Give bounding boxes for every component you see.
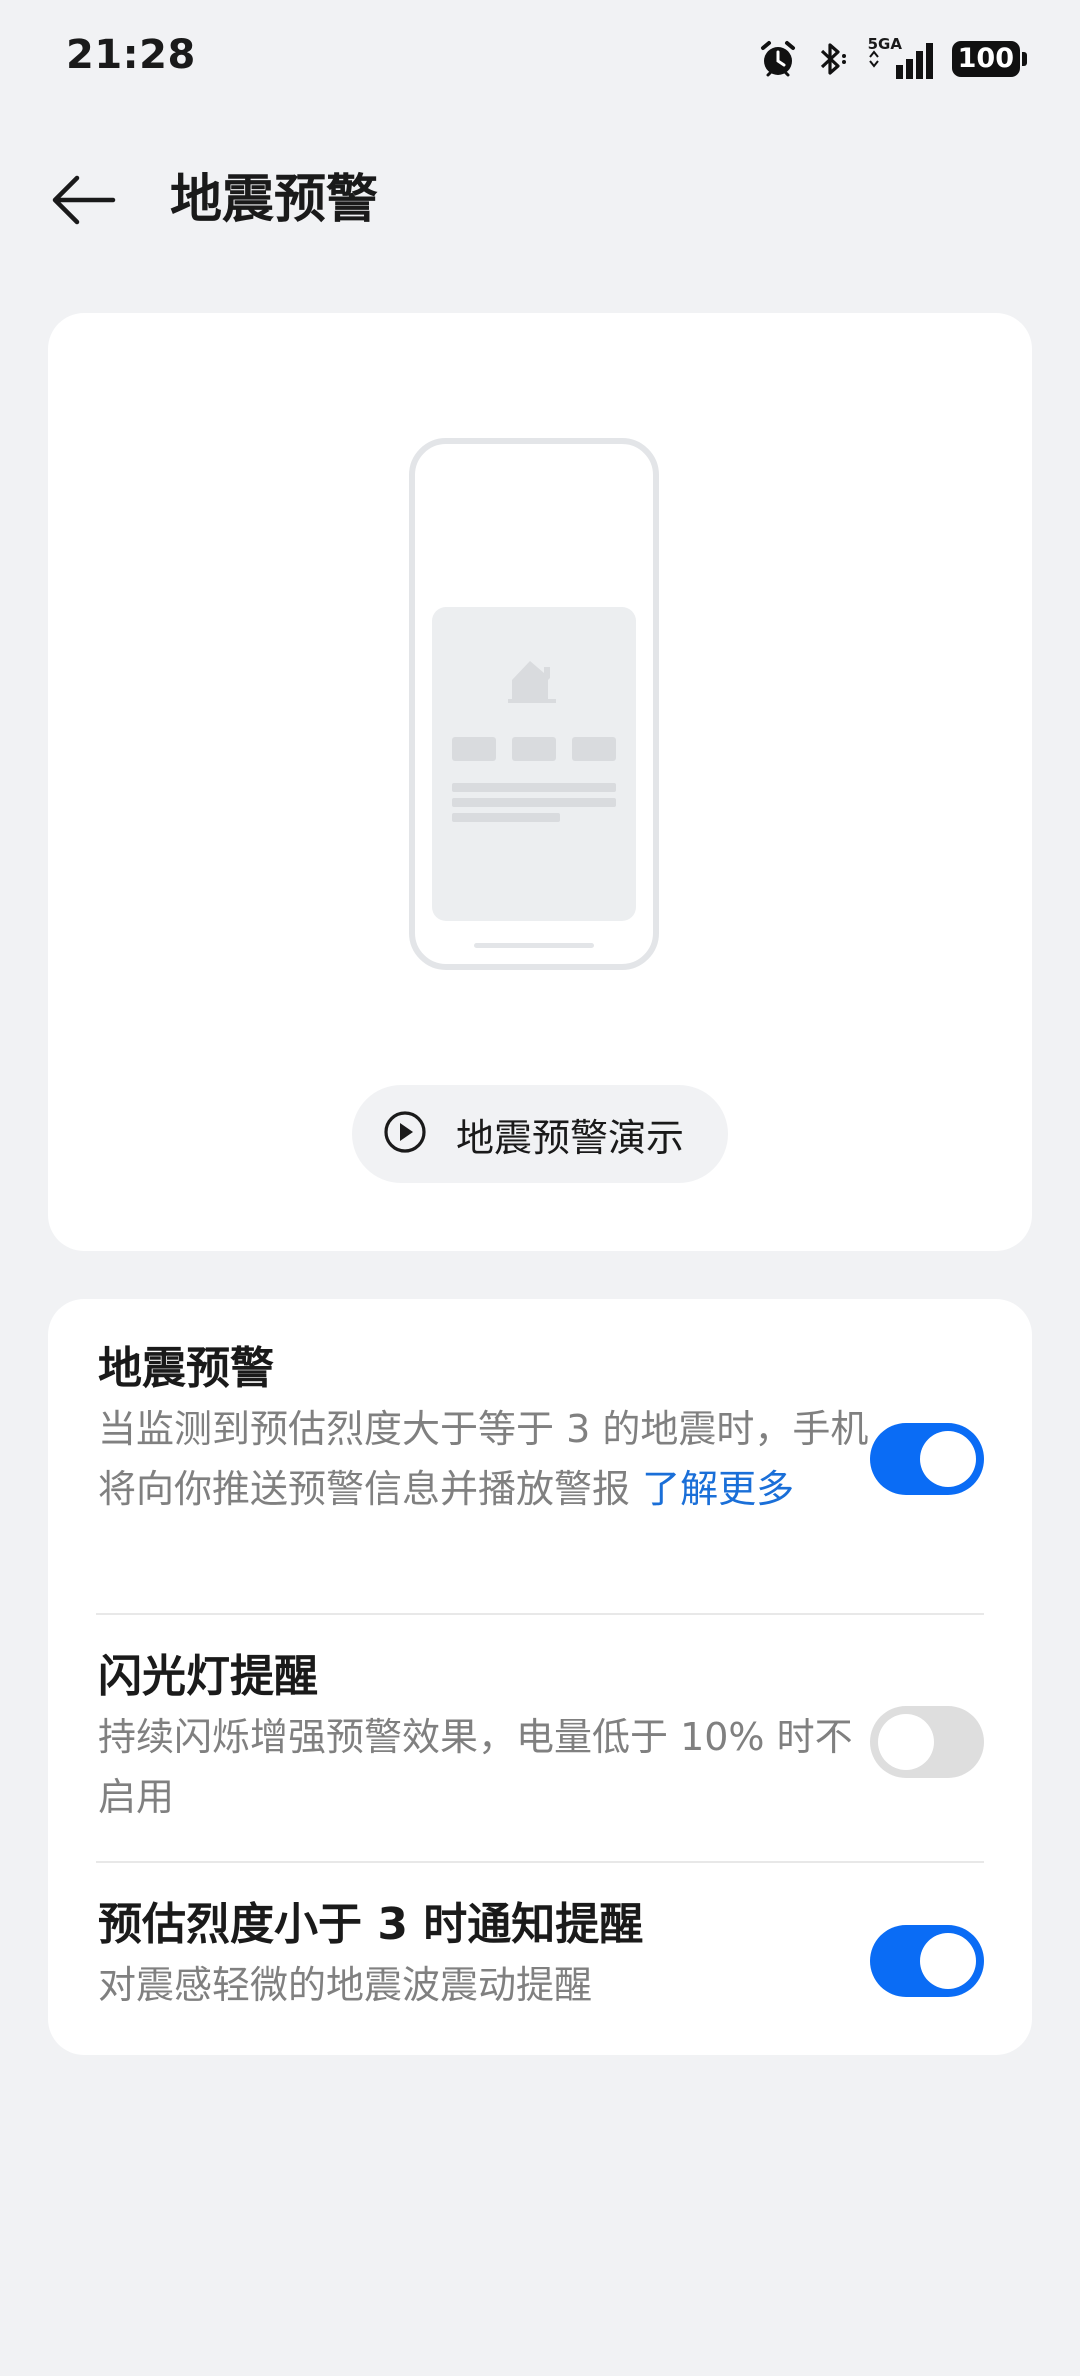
flash-reminder-toggle[interactable] bbox=[870, 1706, 984, 1778]
back-button[interactable] bbox=[44, 162, 124, 242]
demo-button-label: 地震预警演示 bbox=[456, 1115, 685, 1160]
play-circle-icon bbox=[382, 1109, 428, 1159]
phone-alert-illustration bbox=[408, 437, 668, 981]
earthquake-alert-toggle[interactable] bbox=[870, 1423, 984, 1495]
status-bar: 21:28 5GA 100 bbox=[0, 0, 1080, 120]
learn-more-link[interactable]: 了解更多 bbox=[642, 1467, 794, 1511]
page-title: 地震预警 bbox=[170, 170, 379, 230]
demo-play-button[interactable]: 地震预警演示 bbox=[352, 1085, 728, 1183]
demo-card: 地震预警演示 bbox=[48, 313, 1032, 1251]
setting-title: 预估烈度小于 3 时通知提醒 bbox=[98, 1899, 644, 1950]
toggle-knob bbox=[920, 1431, 976, 1487]
status-time: 21:28 bbox=[66, 32, 196, 78]
setting-title: 闪光灯提醒 bbox=[98, 1651, 318, 1702]
setting-description: 对震感轻微的地震波震动提醒 bbox=[98, 1963, 593, 2007]
status-icons: 5GA 100 bbox=[758, 34, 1028, 84]
battery-icon: 100 bbox=[951, 41, 1028, 77]
signal-icon: 5GA bbox=[868, 35, 934, 81]
bluetooth-icon bbox=[816, 39, 850, 79]
arrow-left-icon bbox=[49, 172, 119, 232]
alarm-icon bbox=[758, 39, 798, 79]
setting-description: 持续闪烁增强预警效果，电量低于 10% 时不启用 bbox=[98, 1715, 853, 1819]
low-intensity-notify-toggle[interactable] bbox=[870, 1925, 984, 1997]
toggle-knob bbox=[920, 1933, 976, 1989]
setting-title: 地震预警 bbox=[98, 1343, 274, 1394]
setting-low-intensity-notify[interactable]: 预估烈度小于 3 时通知提醒 对震感轻微的地震波震动提醒 bbox=[48, 1863, 1032, 2055]
setting-flash-reminder[interactable]: 闪光灯提醒 持续闪烁增强预警效果，电量低于 10% 时不启用 bbox=[48, 1615, 1032, 1861]
settings-card: 地震预警 当监测到预估烈度大于等于 3 的地震时，手机将向你推送预警信息并播放警… bbox=[48, 1299, 1032, 2055]
setting-description: 当监测到预估烈度大于等于 3 的地震时，手机将向你推送预警信息并播放警报 了解更… bbox=[98, 1407, 869, 1511]
app-header: 地震预警 bbox=[0, 140, 1080, 260]
toggle-knob bbox=[878, 1714, 934, 1770]
setting-earthquake-alert[interactable]: 地震预警 当监测到预估烈度大于等于 3 的地震时，手机将向你推送预警信息并播放警… bbox=[48, 1299, 1032, 1613]
